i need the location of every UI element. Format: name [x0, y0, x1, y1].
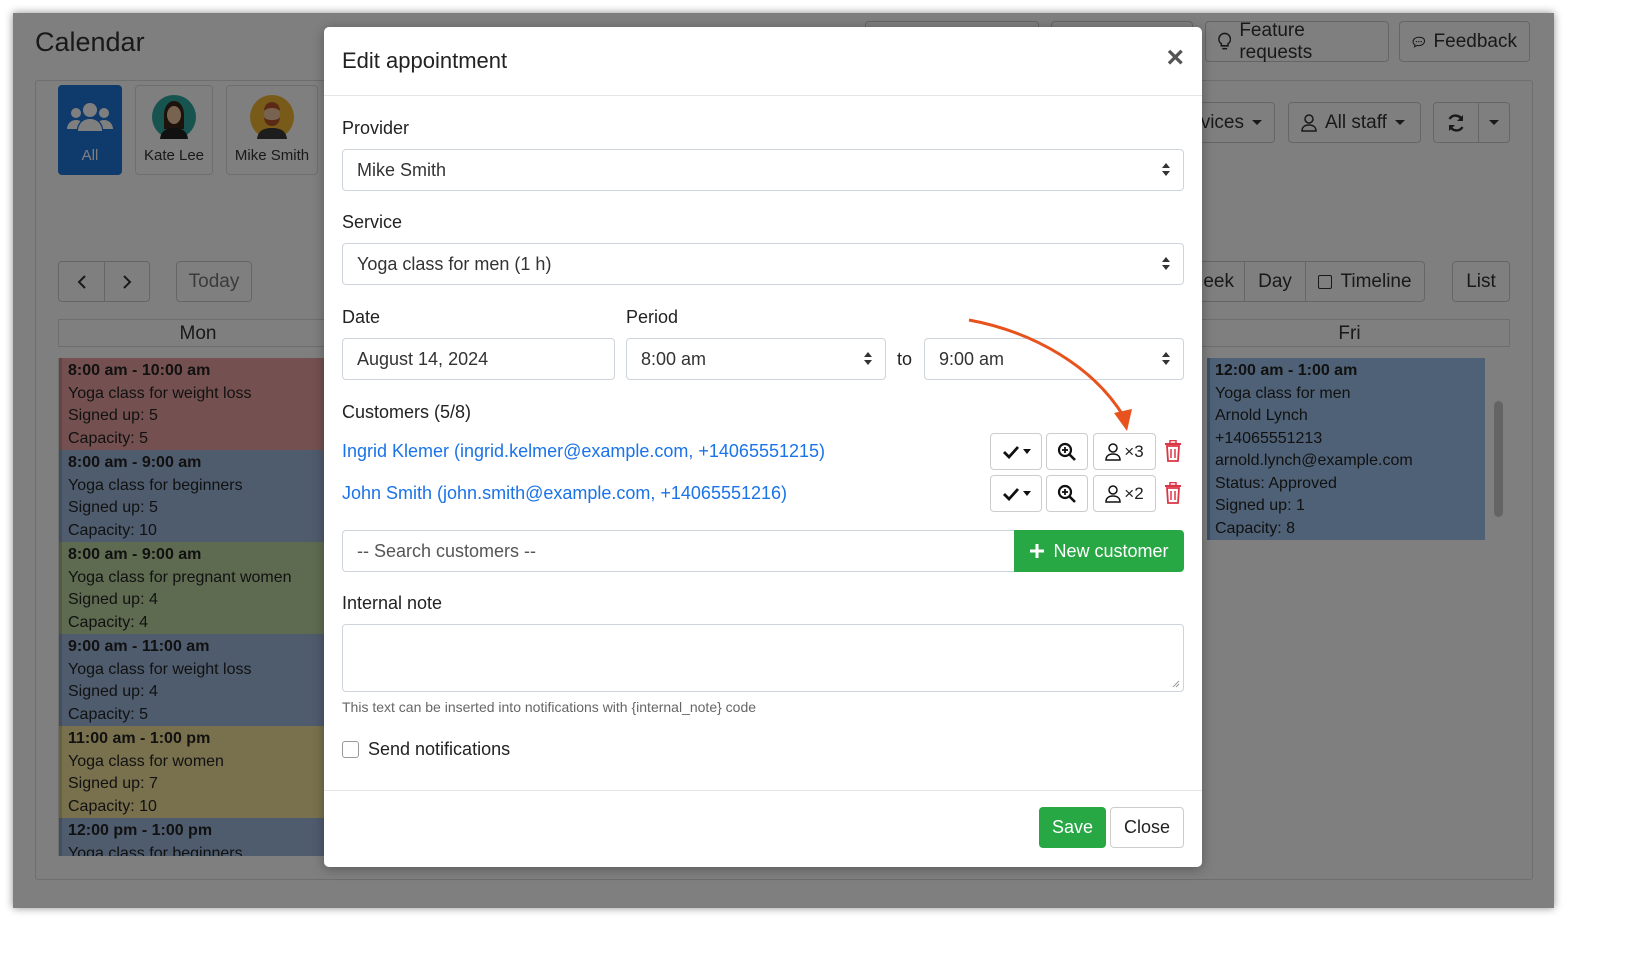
customers-label: Customers (5/8)	[342, 402, 472, 422]
check-icon	[1002, 445, 1019, 459]
period-start-select[interactable]: 8:00 am	[626, 338, 886, 380]
service-value: Yoga class for men (1 h)	[357, 253, 552, 274]
close-button[interactable]: Close	[1110, 807, 1184, 848]
customer-status-button[interactable]	[990, 433, 1042, 470]
trash-icon[interactable]	[1164, 482, 1182, 504]
internal-note-help: This text can be inserted into notificat…	[342, 699, 757, 715]
user-icon	[1105, 484, 1122, 503]
customer-count-button[interactable]: ×3	[1093, 433, 1156, 470]
new-customer-button[interactable]: New customer	[1014, 530, 1184, 572]
select-caret-icon	[863, 352, 873, 366]
customer-search-input[interactable]: -- Search customers --	[342, 530, 1014, 572]
provider-label: Provider	[342, 118, 410, 138]
date-value: August 14, 2024	[357, 348, 489, 369]
send-notifications-checkbox[interactable]	[342, 741, 359, 758]
customer-link[interactable]: Ingrid Klemer (ingrid.kelmer@example.com…	[342, 441, 825, 462]
modal-header: Edit appointment ×	[324, 27, 1202, 96]
select-caret-icon	[1161, 257, 1171, 271]
customer-details-button[interactable]	[1046, 433, 1088, 470]
resize-handle-icon[interactable]	[1172, 680, 1180, 688]
customer-details-button[interactable]	[1046, 475, 1088, 512]
new-customer-label: New customer	[1053, 540, 1169, 561]
save-button[interactable]: Save	[1039, 807, 1106, 848]
select-caret-icon	[1161, 163, 1171, 177]
annotation-arrow-icon	[968, 318, 1132, 431]
edit-appointment-modal: Edit appointment × Provider Mike Smith S…	[324, 27, 1202, 867]
send-notifications-label[interactable]: Send notifications	[368, 739, 510, 760]
customer-count: ×3	[1124, 441, 1144, 461]
period-to-label: to	[897, 349, 913, 369]
user-icon	[1105, 442, 1122, 461]
customer-search-placeholder: -- Search customers --	[357, 540, 537, 561]
period-label: Period	[626, 307, 679, 327]
close-icon[interactable]: ×	[1166, 43, 1184, 73]
provider-select[interactable]: Mike Smith	[342, 149, 1184, 191]
plus-icon	[1030, 544, 1045, 558]
check-icon	[1002, 487, 1019, 501]
date-label: Date	[342, 307, 381, 327]
service-label: Service	[342, 212, 403, 232]
customer-status-button[interactable]	[990, 475, 1042, 512]
zoom-icon	[1057, 484, 1076, 503]
customer-link[interactable]: John Smith (john.smith@example.com, +140…	[342, 483, 787, 504]
internal-note-textarea[interactable]	[342, 624, 1184, 692]
select-caret-icon	[1161, 352, 1171, 366]
provider-value: Mike Smith	[357, 159, 447, 180]
zoom-icon	[1057, 442, 1076, 461]
screenshot-frame: Calendar Feature requests Feedback All K…	[13, 13, 1554, 908]
service-select[interactable]: Yoga class for men (1 h)	[342, 243, 1184, 285]
period-start-value: 8:00 am	[641, 348, 707, 369]
chevron-down-icon	[1022, 491, 1031, 496]
customer-count: ×2	[1124, 483, 1144, 503]
chevron-down-icon	[1022, 449, 1031, 454]
trash-icon[interactable]	[1164, 440, 1182, 462]
modal-title: Edit appointment	[342, 48, 508, 73]
date-input[interactable]: August 14, 2024	[342, 338, 615, 380]
customer-count-button[interactable]: ×2	[1093, 475, 1156, 512]
internal-note-label: Internal note	[342, 593, 443, 613]
